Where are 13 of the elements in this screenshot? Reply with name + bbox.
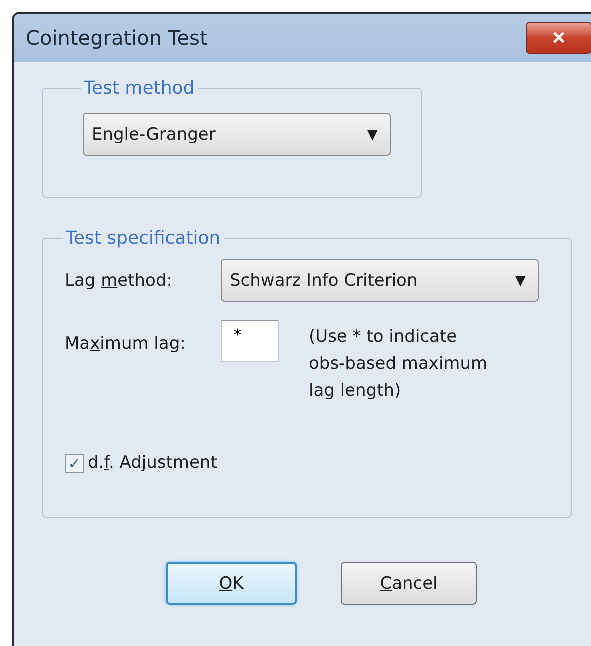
lag-method-dropdown[interactable]: Schwarz Info Criterion ▼ <box>221 259 539 302</box>
group-title: Test specification <box>65 228 222 249</box>
maximum-lag-field[interactable]: * <box>221 320 279 362</box>
lag-method-label: Lag method: <box>65 270 174 290</box>
hint-text: (Use * to indicate obs-based maximum lag length) <box>309 326 489 403</box>
df-adjustment-checkbox[interactable]: ✓ d.f. Adjustment <box>65 453 551 473</box>
test-method-dropdown[interactable]: Engle-Granger ▼ <box>83 113 391 156</box>
cancel-button[interactable]: Cancel <box>341 562 477 605</box>
ok-button[interactable]: OK <box>166 562 297 605</box>
window-title: Cointegration Test <box>26 26 208 50</box>
maximum-lag-label: Maximum lag: <box>65 334 187 354</box>
group-title: Test method <box>83 78 196 99</box>
close-button[interactable]: × <box>526 22 591 54</box>
